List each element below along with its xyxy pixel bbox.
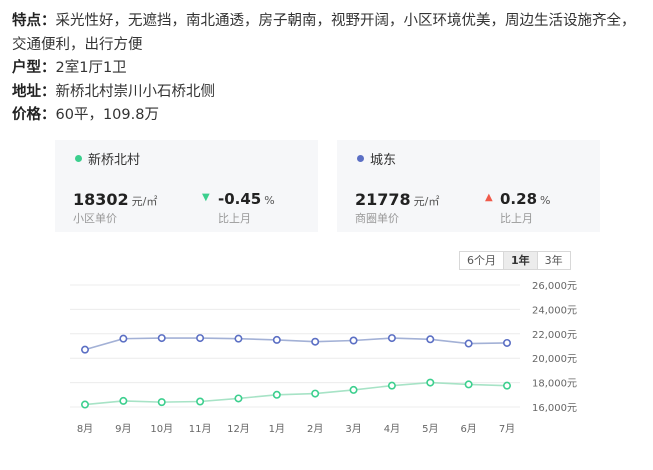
layout-label: 户型：: [12, 60, 56, 76]
data-point: [119, 396, 128, 405]
community-price-card: 新桥北村 18302 元/㎡ 小区单价 ▼ -0.45% 比上月: [55, 140, 318, 232]
data-point: [311, 337, 320, 346]
data-point: [272, 390, 281, 399]
price-label: 价格：: [12, 107, 56, 123]
data-point: [502, 338, 511, 347]
tab-6-months[interactable]: 6个月: [460, 252, 504, 269]
features-text: 采光性好，无遮挡，南北通透，房子朝南，视野开阔，小区环境优美，周边生活设施齐全，…: [12, 13, 636, 53]
price-unit: 元/㎡: [413, 195, 440, 208]
unit-price: 18302 元/㎡: [73, 190, 157, 209]
series-dot-icon: [75, 155, 82, 162]
x-tick-label: 8月: [77, 423, 93, 435]
data-point: [196, 397, 205, 406]
y-tick-label: 18,000元: [532, 379, 577, 390]
data-point: [234, 334, 243, 343]
data-point: [157, 334, 166, 343]
y-tick-label: 24,000元: [532, 305, 577, 316]
data-point: [426, 378, 435, 387]
card-title: 新桥北村: [88, 153, 141, 168]
data-point: [349, 336, 358, 345]
address-label: 地址：: [12, 83, 56, 100]
price-text: 60平，109.8万: [55, 107, 159, 123]
data-point: [311, 389, 320, 398]
price-value: 21778: [355, 190, 411, 209]
x-tick-label: 12月: [227, 423, 250, 435]
x-tick-label: 6月: [460, 423, 476, 435]
tab-3-years[interactable]: 3年: [537, 252, 570, 269]
data-point: [196, 334, 205, 343]
listing-description: 特点：采光性好，无遮挡，南北通透，房子朝南，视野开阔，小区环境优美，周边生活设施…: [12, 10, 644, 128]
features-label: 特点：: [12, 13, 56, 29]
change-unit: %: [264, 194, 275, 207]
x-tick-label: 3月: [345, 423, 361, 435]
price-unit: 元/㎡: [131, 195, 158, 208]
unit-price: 21778 元/㎡: [355, 190, 439, 209]
layout-text: 2室1厅1卫: [55, 60, 127, 76]
y-tick-label: 16,000元: [532, 403, 577, 414]
address-text: 新桥北村崇川小石桥北侧: [55, 83, 216, 100]
price-row: 价格：60平，109.8万: [12, 104, 644, 128]
month-change: -0.45%: [218, 190, 275, 208]
price-label: 小区单价: [73, 212, 117, 225]
data-point: [157, 398, 166, 407]
x-tick-label: 11月: [189, 423, 212, 435]
y-tick-label: 26,000元: [532, 281, 577, 292]
data-point: [502, 381, 511, 390]
data-point: [387, 381, 396, 390]
change-value: 0.28: [500, 190, 538, 208]
series-line: [84, 337, 508, 351]
change-unit: %: [540, 194, 551, 207]
price-value: 18302: [73, 190, 129, 209]
district-price-card: 城东 21778 元/㎡ 商圈单价 ▲ 0.28% 比上月: [337, 140, 600, 232]
data-point: [464, 339, 473, 348]
x-tick-label: 9月: [115, 423, 131, 435]
card-title: 城东: [370, 153, 397, 168]
data-point: [387, 334, 396, 343]
x-tick-label: 4月: [384, 423, 400, 435]
price-label: 商圈单价: [355, 212, 399, 225]
tab-1-year[interactable]: 1年: [504, 252, 538, 269]
up-arrow-icon: ▲: [485, 192, 493, 203]
address-row: 地址：新桥北村崇川小石桥北侧: [12, 81, 644, 105]
series-dot-icon: [357, 155, 364, 162]
change-label: 比上月: [500, 212, 533, 225]
x-tick-label: 10月: [150, 423, 173, 435]
y-tick-label: 20,000元: [532, 354, 577, 365]
series-line: [84, 381, 508, 406]
x-tick-label: 7月: [499, 423, 515, 435]
down-arrow-icon: ▼: [202, 192, 210, 203]
layout-row: 户型：2室1厅1卫: [12, 57, 644, 81]
data-point: [464, 380, 473, 389]
x-tick-label: 5月: [422, 423, 438, 435]
month-change: 0.28%: [500, 190, 550, 208]
data-point: [349, 385, 358, 394]
data-point: [234, 394, 243, 403]
x-tick-label: 1月: [269, 423, 285, 435]
features-row: 特点：采光性好，无遮挡，南北通透，房子朝南，视野开阔，小区环境优美，周边生活设施…: [12, 10, 644, 57]
data-point: [81, 345, 90, 354]
data-point: [81, 400, 90, 409]
y-tick-label: 22,000元: [532, 330, 577, 341]
data-point: [426, 335, 435, 344]
x-tick-label: 2月: [307, 423, 323, 435]
change-label: 比上月: [218, 212, 251, 225]
data-point: [119, 334, 128, 343]
time-range-tabs: 6个月 1年 3年: [459, 251, 571, 270]
change-value: -0.45: [218, 190, 262, 208]
data-point: [272, 335, 281, 344]
